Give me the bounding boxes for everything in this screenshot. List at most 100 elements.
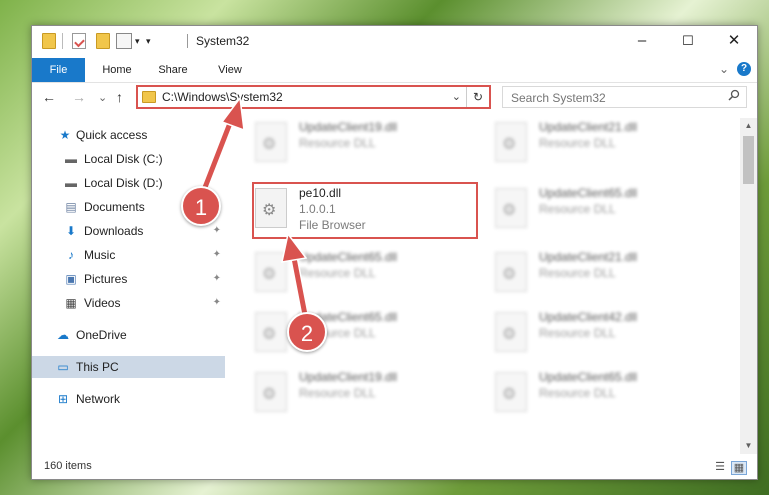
- maximize-button[interactable]: ☐: [665, 26, 711, 58]
- cloud-icon: ☁: [57, 328, 69, 342]
- file-tile[interactable]: ⚙ UpdateClient65.dll Resource DLL: [251, 308, 476, 358]
- tab-share[interactable]: Share: [150, 58, 196, 82]
- pin-icon[interactable]: ✦: [213, 244, 221, 266]
- file-list: ⚙ UpdateClient19.dll Resource DLL ⚙ pe10…: [247, 118, 742, 448]
- network-icon: ⊞: [57, 392, 69, 406]
- file-tile[interactable]: ⚙ UpdateClient65.dll Resource DLL: [491, 184, 716, 234]
- folder-icon: [42, 33, 56, 49]
- tab-file[interactable]: File: [32, 58, 85, 82]
- item-count: 160 items: [44, 460, 92, 472]
- sidebar-item-quick-access[interactable]: ★ Quick access: [32, 124, 225, 146]
- music-icon: ♪: [68, 248, 74, 262]
- dll-file-icon: ⚙: [255, 372, 287, 412]
- close-button[interactable]: ✕: [711, 26, 757, 58]
- sidebar-item-label: Documents: [84, 200, 145, 214]
- file-name: UpdateClient65.dll: [299, 250, 398, 264]
- pin-icon[interactable]: ✦: [213, 292, 221, 314]
- drive-icon: ▬: [65, 176, 77, 190]
- pin-icon[interactable]: ✦: [213, 220, 221, 242]
- file-description: Resource DLL: [539, 326, 616, 340]
- scroll-thumb[interactable]: [743, 136, 754, 184]
- file-description: Resource DLL: [299, 386, 376, 400]
- scroll-down-arrow[interactable]: ▼: [740, 438, 757, 454]
- pin-icon[interactable]: ✦: [213, 268, 221, 290]
- sidebar-item-label: This PC: [76, 360, 119, 374]
- gear-icon: ⚙: [502, 202, 517, 219]
- sidebar-item-local-disk-c[interactable]: ▬ Local Disk (C:): [32, 148, 225, 170]
- documents-icon: ▤: [65, 200, 77, 214]
- address-dropdown-icon[interactable]: ⌄: [452, 90, 461, 103]
- file-tile[interactable]: ⚙ UpdateClient42.dll Resource DLL: [491, 308, 716, 358]
- ribbon: File Home Share View ⌄ ?: [32, 58, 757, 83]
- file-tile[interactable]: ⚙ UpdateClient19.dll Resource DLL: [251, 368, 476, 418]
- refresh-button[interactable]: ↻: [466, 87, 489, 107]
- sidebar-item-onedrive[interactable]: ☁ OneDrive: [32, 324, 225, 346]
- scroll-up-arrow[interactable]: ▲: [740, 118, 757, 134]
- sidebar-item-label: Videos: [84, 296, 121, 310]
- sidebar-item-label: Quick access: [76, 128, 148, 142]
- back-button[interactable]: ←: [42, 89, 56, 105]
- gear-icon: ⚙: [502, 326, 517, 343]
- dll-file-icon: ⚙: [495, 372, 527, 412]
- gear-icon: ⚙: [502, 136, 517, 153]
- check-mark: [74, 36, 85, 48]
- file-tile[interactable]: ⚙ UpdateClient19.dll Resource DLL: [251, 118, 476, 168]
- minimize-button[interactable]: –: [619, 26, 665, 58]
- file-tile[interactable]: ⚙ UpdateClient21.dll Resource DLL: [491, 248, 716, 298]
- sidebar-item-music[interactable]: ♪ Music ✦: [32, 244, 225, 266]
- search-box[interactable]: [502, 86, 747, 108]
- file-name: UpdateClient42.dll: [539, 310, 638, 324]
- file-description: Resource DLL: [539, 136, 616, 150]
- sidebar-item-network[interactable]: ⊞ Network: [32, 388, 225, 410]
- sidebar-item-pictures[interactable]: ▣ Pictures ✦: [32, 268, 225, 290]
- help-icon[interactable]: ?: [737, 62, 751, 76]
- up-button[interactable]: ↑: [116, 89, 123, 105]
- address-path[interactable]: C:\Windows\System32: [162, 90, 283, 104]
- ribbon-expand-icon[interactable]: ⌄: [719, 62, 729, 76]
- title-bar: ▾ ▾ System32 – ☐ ✕: [32, 26, 757, 58]
- details-view-icon[interactable]: ☰: [713, 461, 727, 473]
- sidebar-item-label: Downloads: [84, 224, 144, 238]
- search-icon: [728, 89, 740, 104]
- gear-icon: ⚙: [262, 136, 277, 153]
- dll-file-icon: ⚙: [495, 252, 527, 292]
- file-name: UpdateClient65.dll: [539, 186, 638, 200]
- file-description: Resource DLL: [299, 136, 376, 150]
- file-explorer-window: ▾ ▾ System32 – ☐ ✕ File Home Share View …: [31, 25, 758, 480]
- drive-icon: ▬: [65, 152, 77, 166]
- qa-separator: [62, 33, 63, 49]
- recent-locations-button[interactable]: ⌄: [98, 91, 107, 104]
- gear-icon: ⚙: [262, 386, 277, 403]
- step-badge-2: 2: [287, 312, 327, 352]
- sidebar-item-label: Local Disk (D:): [84, 176, 163, 190]
- properties-icon[interactable]: [72, 33, 86, 49]
- file-tile[interactable]: ⚙ UpdateClient65.dll Resource DLL: [251, 248, 476, 298]
- file-description: Resource DLL: [539, 202, 616, 216]
- highlight-box-pe10: [252, 182, 478, 239]
- sidebar-item-this-pc[interactable]: ▭ This PC: [32, 356, 225, 378]
- new-folder-icon[interactable]: [96, 33, 110, 49]
- file-tile[interactable]: ⚙ UpdateClient65.dll Resource DLL: [491, 368, 716, 418]
- videos-icon: ▦: [65, 296, 77, 310]
- tab-home[interactable]: Home: [94, 58, 140, 82]
- address-bar[interactable]: C:\Windows\System32 ⌄ ↻: [136, 85, 491, 109]
- file-description: Resource DLL: [299, 266, 376, 280]
- tiles-view-icon[interactable]: ▦: [731, 461, 747, 475]
- tab-view[interactable]: View: [208, 58, 252, 82]
- qa-more-icon[interactable]: ▾: [146, 33, 154, 49]
- search-input[interactable]: [509, 89, 718, 107]
- file-tile[interactable]: ⚙ UpdateClient21.dll Resource DLL: [491, 118, 716, 168]
- star-icon: ★: [59, 128, 71, 142]
- vertical-scrollbar[interactable]: ▲ ▼: [740, 118, 757, 454]
- dll-file-icon: ⚙: [255, 312, 287, 352]
- window-title: System32: [196, 34, 250, 48]
- computer-icon: ▭: [57, 360, 69, 374]
- navigation-bar: ← → ⌄ ↑ C:\Windows\System32 ⌄ ↻: [32, 83, 757, 113]
- forward-button[interactable]: →: [72, 89, 86, 105]
- sidebar-item-videos[interactable]: ▦ Videos ✦: [32, 292, 225, 314]
- file-name: UpdateClient19.dll: [299, 120, 398, 134]
- qa-dropdown-icon[interactable]: ▾: [135, 33, 143, 49]
- dll-file-icon: ⚙: [255, 252, 287, 292]
- file-description: Resource DLL: [539, 386, 616, 400]
- customize-qa-icon[interactable]: [116, 33, 132, 49]
